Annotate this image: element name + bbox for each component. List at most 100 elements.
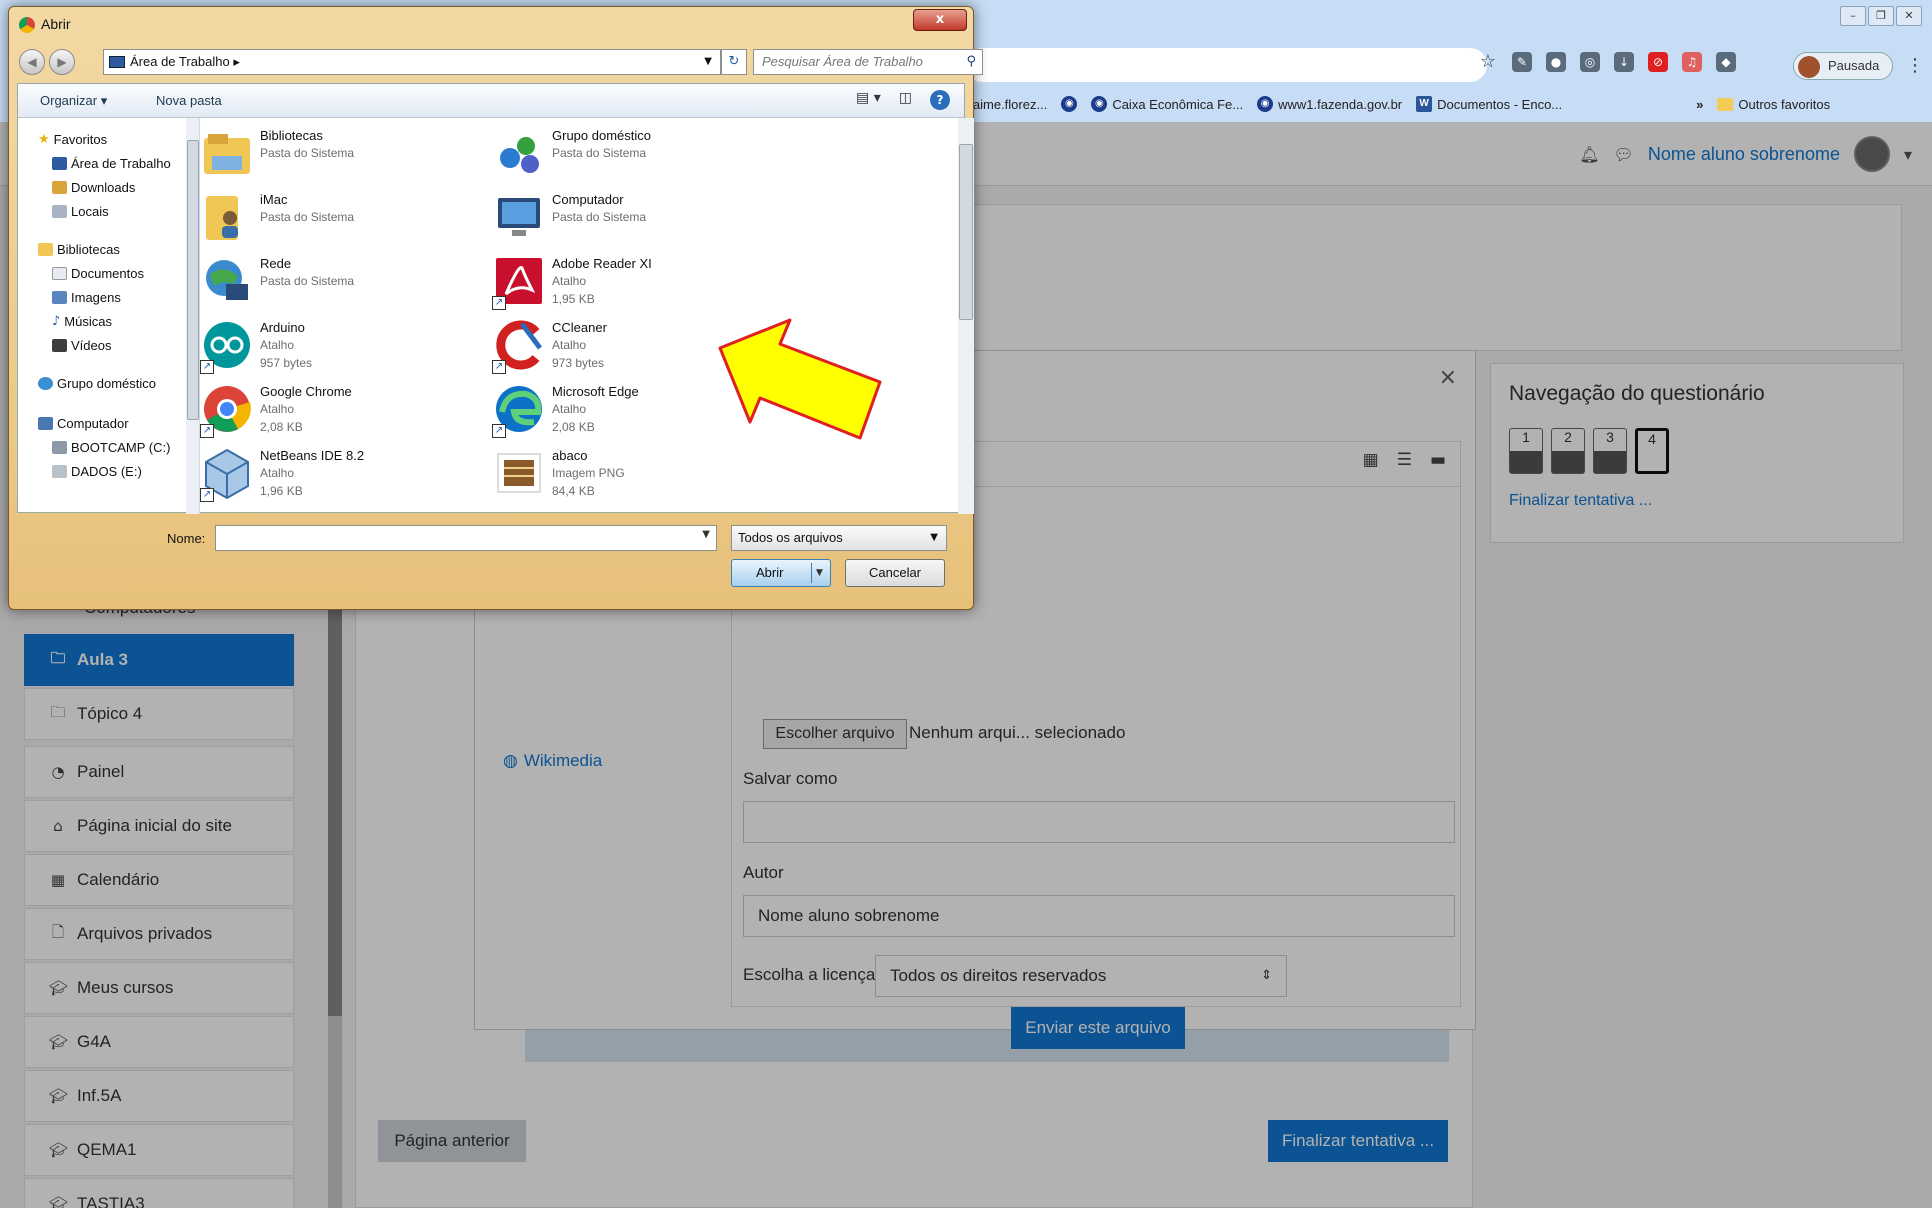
file-item-abaco[interactable]: abaco Imagem PNG 84,4 KB <box>492 442 782 502</box>
close-icon[interactable]: × <box>1439 365 1457 390</box>
download-icon[interactable]: ↓ <box>1614 52 1634 72</box>
tree-scrollbar-thumb[interactable] <box>187 140 199 420</box>
file-item-arduino[interactable]: ↗ Arduino Atalho 957 bytes <box>200 314 490 374</box>
back-icon[interactable]: ◀ <box>19 49 45 75</box>
tree-libraries[interactable]: Bibliotecas <box>38 242 120 257</box>
nav-item-aula-3[interactable]: 🗀︎ Aula 3 <box>24 634 294 686</box>
extension-icon[interactable]: ♫ <box>1682 52 1702 72</box>
refresh-icon[interactable]: ↻ <box>721 49 747 75</box>
preview-pane-icon[interactable]: ◫ <box>899 90 912 110</box>
chat-icon[interactable]: 💬︎ <box>1614 145 1634 164</box>
file-type-select[interactable]: Todos os arquivos ▼ <box>731 525 947 551</box>
open-options-icon[interactable]: ▼ <box>811 563 827 583</box>
nav-item-topico-4[interactable]: 🗀︎ Tópico 4 <box>24 688 294 740</box>
choose-file-button[interactable]: Escolher arquivo <box>763 719 907 749</box>
nav-item-course-tastia3[interactable]: 🎓︎ TASTIA3 <box>24 1178 294 1208</box>
folder-view-icon[interactable]: ▬ <box>1430 450 1446 470</box>
dialog-close-button[interactable]: x <box>913 9 967 31</box>
file-item-bibliotecas[interactable]: Bibliotecas Pasta do Sistema <box>200 122 490 182</box>
bookmark-item[interactable]: W Documentos - Enco... <box>1416 96 1562 112</box>
restore-button[interactable]: ❐ <box>1868 6 1894 26</box>
nav-item-course-g4a[interactable]: 🎓︎ G4A <box>24 1016 294 1068</box>
help-icon[interactable]: ? <box>930 90 950 110</box>
file-item-adobe-reader[interactable]: ↗ Adobe Reader XI Atalho 1,95 KB <box>492 250 782 310</box>
tree-favorites[interactable]: ★ Favoritos <box>38 132 107 147</box>
browser-menu-icon[interactable]: ⋮ <box>1906 55 1924 76</box>
nav-item-my-courses[interactable]: 🎓︎ Meus cursos <box>24 962 294 1014</box>
file-list-scrollbar-thumb[interactable] <box>959 144 973 320</box>
nav-item-home[interactable]: ⌂ Página inicial do site <box>24 800 294 852</box>
previous-page-button[interactable]: Página anterior <box>378 1120 526 1162</box>
dialog-search-input[interactable]: Pesquisar Área de Trabalho ⚲ <box>753 49 983 75</box>
bell-icon[interactable]: 🔔︎ <box>1579 145 1599 164</box>
cancel-button[interactable]: Cancelar <box>845 559 945 587</box>
tree-drive-c[interactable]: BOOTCAMP (C:) <box>52 440 170 455</box>
file-item-computador[interactable]: Computador Pasta do Sistema <box>492 186 782 246</box>
tree-desktop[interactable]: Área de Trabalho <box>52 156 171 171</box>
file-item-grupo-domestico[interactable]: Grupo doméstico Pasta do Sistema <box>492 122 782 182</box>
author-input[interactable]: Nome aluno sobrenome <box>743 895 1455 937</box>
graduation-cap-icon: 🎓︎ <box>49 1087 69 1105</box>
chevron-down-icon[interactable]: ▼ <box>702 529 710 540</box>
extension-icon[interactable]: ◆ <box>1716 52 1736 72</box>
search-icon[interactable]: ⚲ <box>966 50 976 74</box>
tree-homegroup[interactable]: Grupo doméstico <box>38 376 156 391</box>
profile-button[interactable]: Pausada <box>1793 52 1893 80</box>
upload-file-button[interactable]: Enviar este arquivo <box>1011 1007 1185 1049</box>
other-favorites[interactable]: Outros favoritos <box>1717 97 1830 112</box>
grid-view-icon[interactable]: ▦ <box>1363 450 1379 470</box>
tree-music[interactable]: ♪ Músicas <box>52 314 112 329</box>
file-item-google-chrome[interactable]: ↗ Google Chrome Atalho 2,08 KB <box>200 378 490 438</box>
question-button-1[interactable]: 1 <box>1509 428 1543 474</box>
repository-wikimedia[interactable]: ◍ Wikimedia <box>503 751 602 771</box>
filename-input[interactable]: ▼ <box>215 525 717 551</box>
question-button-4[interactable]: 4 <box>1635 428 1669 474</box>
tree-images[interactable]: Imagens <box>52 290 121 305</box>
finish-attempt-button[interactable]: Finalizar tentativa ... <box>1268 1120 1448 1162</box>
nav-item-private-files[interactable]: 🗋︎ Arquivos privados <box>24 908 294 960</box>
block-icon[interactable]: ⊘ <box>1648 52 1668 72</box>
minimize-button[interactable]: – <box>1840 6 1866 26</box>
quiz-finish-link[interactable]: Finalizar tentativa ... <box>1509 492 1652 510</box>
music-icon: ♪ <box>52 314 61 329</box>
new-folder-button[interactable]: Nova pasta <box>156 93 222 108</box>
save-as-input[interactable] <box>743 801 1455 843</box>
user-name[interactable]: Nome aluno sobrenome <box>1648 144 1840 165</box>
bookmark-item[interactable]: ◉ www1.fazenda.gov.br <box>1257 96 1402 112</box>
star-icon[interactable]: ☆ <box>1478 52 1498 72</box>
bookmark-item[interactable]: jaime.florez... <box>970 97 1047 112</box>
chevron-down-icon[interactable]: ▼ <box>704 50 712 74</box>
question-button-3[interactable]: 3 <box>1593 428 1627 474</box>
file-item-netbeans[interactable]: ↗ NetBeans IDE 8.2 Atalho 1,96 KB <box>200 442 490 502</box>
organize-menu[interactable]: Organizar ▾ <box>40 93 107 109</box>
list-view-icon[interactable]: ☰ <box>1397 450 1412 470</box>
tree-documents[interactable]: Documentos <box>52 266 144 281</box>
tree-computer[interactable]: Computador <box>38 416 129 431</box>
tree-drive-e[interactable]: DADOS (E:) <box>52 464 142 479</box>
file-item-imac[interactable]: iMac Pasta do Sistema <box>200 186 490 246</box>
browser-address-bar[interactable] <box>965 48 1487 82</box>
bookmarks-more[interactable]: » <box>1696 97 1703 112</box>
avatar[interactable] <box>1853 136 1890 172</box>
license-select[interactable]: Todos os direitos reservados ⇕ <box>875 955 1287 997</box>
nav-item-course-qema1[interactable]: 🎓︎ QEMA1 <box>24 1124 294 1176</box>
question-button-2[interactable]: 2 <box>1551 428 1585 474</box>
file-item-rede[interactable]: Rede Pasta do Sistema <box>200 250 490 310</box>
bookmark-item[interactable]: ◉ <box>1061 96 1078 112</box>
forward-icon[interactable]: ▶ <box>49 49 75 75</box>
window-close-button[interactable]: ✕ <box>1896 6 1922 26</box>
nav-item-calendar[interactable]: ▦ Calendário <box>24 854 294 906</box>
extension-icon[interactable]: ● <box>1546 52 1566 72</box>
tree-downloads[interactable]: Downloads <box>52 180 135 195</box>
tree-videos[interactable]: Vídeos <box>52 338 111 353</box>
nav-item-course-inf5a[interactable]: 🎓︎ Inf.5A <box>24 1070 294 1122</box>
extension-icon[interactable]: ◎ <box>1580 52 1600 72</box>
extension-icon[interactable]: ✎ <box>1512 52 1532 72</box>
user-menu[interactable]: 🔔︎ 💬︎ Nome aluno sobrenome ▾ <box>1579 136 1912 172</box>
caret-down-icon[interactable]: ▾ <box>1904 145 1912 164</box>
bookmark-item[interactable]: ◉ Caixa Econômica Fe... <box>1091 96 1243 112</box>
dialog-address-bar[interactable]: Área de Trabalho ▸ ▼ <box>103 49 721 75</box>
view-options-icon[interactable]: ▤ ▾ <box>856 90 881 110</box>
tree-locais[interactable]: Locais <box>52 204 109 219</box>
nav-item-painel[interactable]: ◔ Painel <box>24 746 294 798</box>
